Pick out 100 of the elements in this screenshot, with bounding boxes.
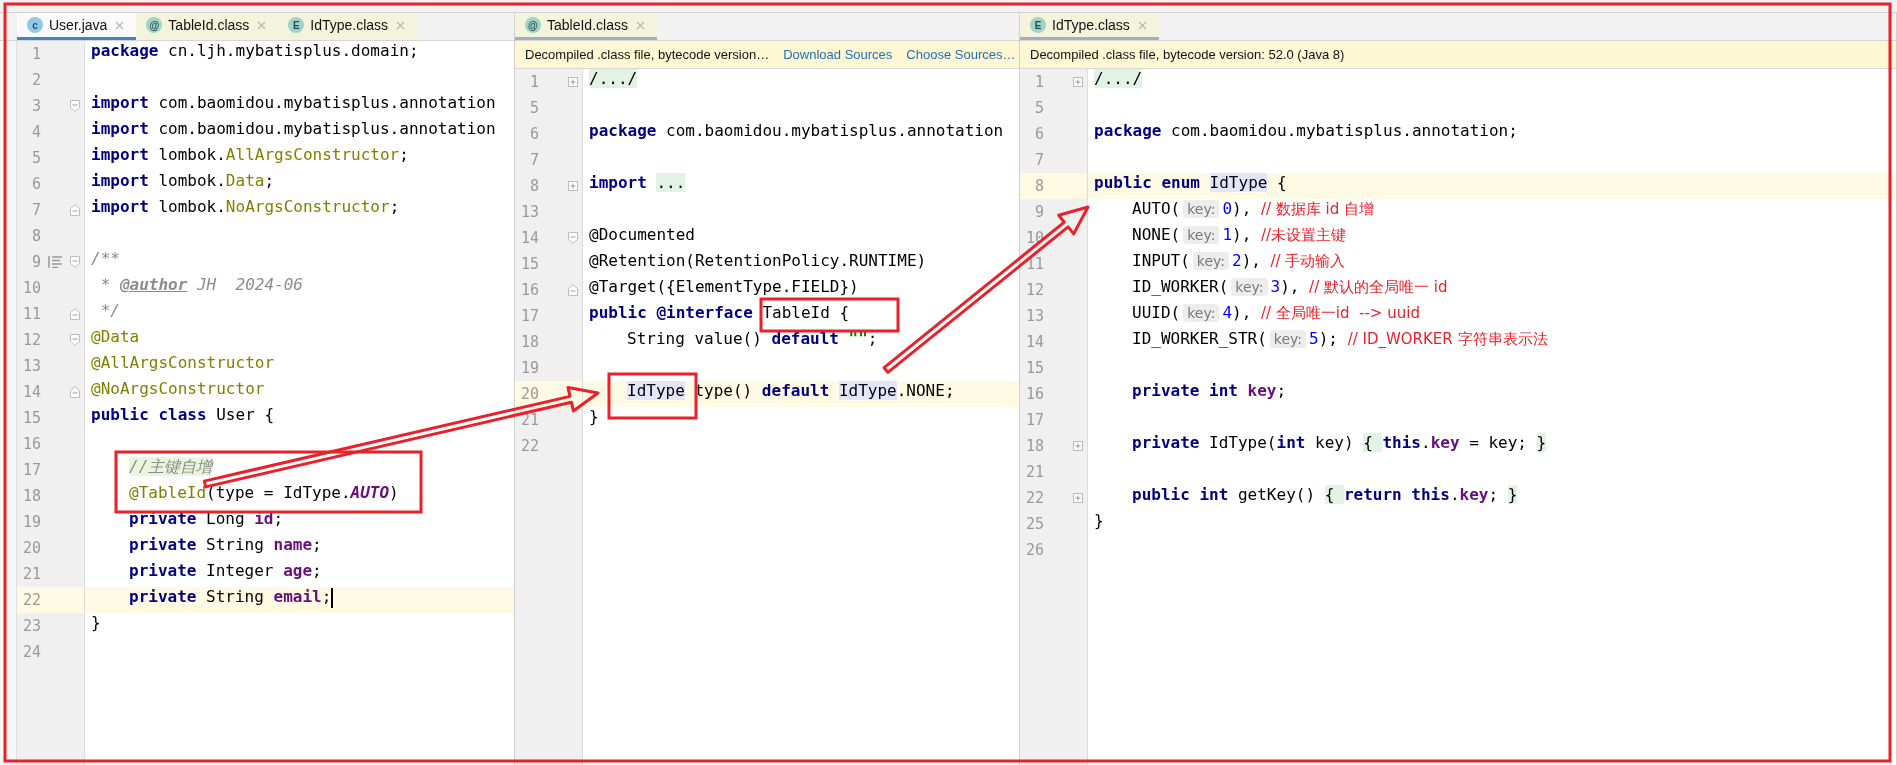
code-line: private IdType(int key) { this.key = key; } <box>1132 433 1547 452</box>
code-line: package com.baomidou.mybatisplus.annotation <box>589 121 1004 140</box>
line-number: 26 <box>1025 541 1044 559</box>
line-number: 25 <box>1025 515 1044 533</box>
code-line: import com.baomidou.mybatisplus.annotation <box>91 93 496 112</box>
line-number: 12 <box>22 331 41 349</box>
fold-icon[interactable] <box>70 204 80 216</box>
line-number: 18 <box>1025 437 1044 455</box>
fold-icon[interactable] <box>568 284 578 296</box>
line-number: 8 <box>1034 177 1044 195</box>
code-line: private Integer age; <box>129 561 322 580</box>
line-number: 3 <box>31 97 41 115</box>
editor-tab[interactable]: @ TableId.class <box>515 13 657 40</box>
expand-icon[interactable] <box>1073 440 1083 452</box>
line-number: 18 <box>520 333 539 351</box>
line-number: 17 <box>22 461 41 479</box>
line-number: 15 <box>22 409 41 427</box>
line-number: 22 <box>22 591 41 609</box>
code-line: package com.baomidou.mybatisplus.annotation; <box>1094 121 1518 140</box>
fold-icon[interactable] <box>70 386 80 398</box>
line-number: 19 <box>520 359 539 377</box>
notice-text: Decompiled .class file, bytecode version: 52.0 (Java 8) <box>1030 47 1345 62</box>
line-number: 21 <box>1025 463 1044 481</box>
editor-tab[interactable]: c User.java <box>17 13 137 40</box>
file-type-icon: E <box>288 17 305 33</box>
code-line: import com.baomidou.mybatisplus.annotation <box>91 119 496 138</box>
code-line: /** <box>91 249 120 268</box>
line-number: 6 <box>31 175 41 193</box>
code-line: @NoArgsConstructor <box>91 379 265 398</box>
line-number: 5 <box>31 149 41 167</box>
lines-icon[interactable] <box>48 256 63 268</box>
line-number: 16 <box>22 435 41 453</box>
line-number: 19 <box>22 513 41 531</box>
code-line: public @interface TableId { <box>589 303 850 322</box>
code-line: public enum IdType { <box>1094 173 1287 192</box>
line-number: 7 <box>31 201 41 219</box>
line-number: 13 <box>1025 307 1044 325</box>
line-number: 24 <box>22 643 41 661</box>
expand-icon[interactable] <box>1073 492 1083 504</box>
editor-tab[interactable]: E IdType.class <box>278 13 418 40</box>
line-number: 23 <box>22 617 41 635</box>
line-number: 17 <box>1025 411 1044 429</box>
fold-icon[interactable] <box>568 232 578 244</box>
code-line: import lombok.Data; <box>91 171 275 190</box>
code-line: @AllArgsConstructor <box>91 353 275 372</box>
code-line: } <box>1094 511 1104 530</box>
notice-text: Decompiled .class file, bytecode version… <box>525 47 770 62</box>
code-line: */ <box>99 301 120 320</box>
fold-icon[interactable] <box>70 308 80 320</box>
line-number: 6 <box>529 125 539 143</box>
editor-tab[interactable]: @ TableId.class <box>136 13 279 40</box>
code-line: IdType type() default IdType.NONE; <box>627 381 955 400</box>
file-type-icon: @ <box>525 17 541 33</box>
code-line: private int key; <box>1132 381 1287 400</box>
line-number: 15 <box>1025 359 1044 377</box>
line-number: 1 <box>1034 73 1044 91</box>
line-number: 16 <box>520 281 539 299</box>
line-number: 14 <box>1025 333 1044 351</box>
expand-icon[interactable] <box>568 180 578 192</box>
code-line: @Documented <box>589 225 695 244</box>
fold-icon[interactable] <box>70 334 80 346</box>
line-number: 22 <box>520 437 539 455</box>
expand-icon[interactable] <box>1073 76 1083 88</box>
code-line: * @author JH 2024-06 <box>99 275 303 294</box>
line-number: 8 <box>31 227 41 245</box>
code-line: public class User { <box>91 405 275 424</box>
line-number: 9 <box>31 253 41 271</box>
line-number: 20 <box>22 539 41 557</box>
fold-icon[interactable] <box>70 256 80 268</box>
line-number: 13 <box>520 203 539 221</box>
file-type-icon: @ <box>146 17 163 33</box>
line-number: 17 <box>520 307 539 325</box>
line-number: 22 <box>1025 489 1044 507</box>
code-line: String value() default ""; <box>627 329 878 348</box>
code-line: import lombok.NoArgsConstructor; <box>91 197 400 216</box>
line-number: 15 <box>520 255 539 273</box>
line-number: 10 <box>22 279 41 297</box>
code-line: @Target({ElementType.FIELD}) <box>589 277 859 296</box>
line-number: 21 <box>22 565 41 583</box>
fold-icon[interactable] <box>70 100 80 112</box>
line-number: 13 <box>22 357 41 375</box>
expand-icon[interactable] <box>568 76 578 88</box>
notice-link[interactable]: Choose Sources… <box>906 47 1016 62</box>
editor-tab[interactable]: E IdType.class <box>1020 13 1159 40</box>
notice-link[interactable]: Download Sources <box>783 47 893 62</box>
code-line: INPUT( key: 2), // 手动输入 <box>1132 251 1346 270</box>
code-line: AUTO( key: 0), // 数据库 id 自增 <box>1132 199 1375 218</box>
code-line: ID_WORKER_STR( key: 5); // ID_WORKER 字符串表示法 <box>1132 329 1548 348</box>
code-line: } <box>91 613 101 632</box>
code-line: } <box>589 407 599 426</box>
line-number: 1 <box>31 45 41 63</box>
code-line: import lombok.AllArgsConstructor; <box>91 145 409 164</box>
code-line: package cn.ljh.mybatisplus.domain; <box>91 41 419 60</box>
line-number: 16 <box>1025 385 1044 403</box>
file-type-icon: c <box>27 17 43 33</box>
code-line: @Retention(RetentionPolicy.RUNTIME) <box>589 251 927 270</box>
code-line: NONE( key: 1), //未设置主键 <box>1132 225 1347 244</box>
line-number: 5 <box>1034 99 1044 117</box>
code-line: @Data <box>91 327 140 346</box>
line-number: 6 <box>1034 125 1044 143</box>
